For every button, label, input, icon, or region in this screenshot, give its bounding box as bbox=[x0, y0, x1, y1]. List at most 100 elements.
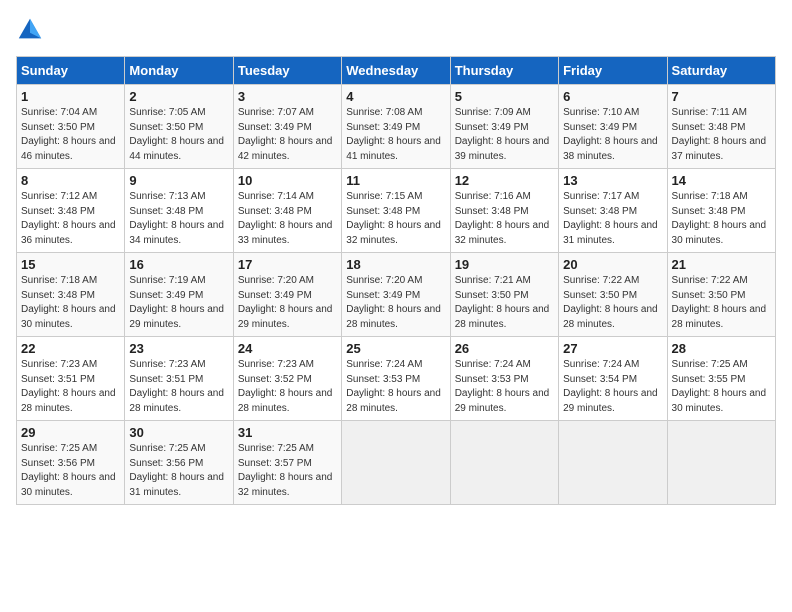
sunrise-label: Sunrise: bbox=[129, 359, 168, 370]
sunset-time: 3:54 PM bbox=[600, 374, 637, 385]
sunset-label: Sunset: bbox=[563, 206, 600, 217]
day-detail: Sunrise: 7:25 AM Sunset: 3:57 PM Dayligh… bbox=[238, 442, 337, 500]
sunrise-label: Sunrise: bbox=[672, 107, 711, 118]
sunset-time: 3:53 PM bbox=[383, 374, 420, 385]
sunrise-label: Sunrise: bbox=[21, 275, 60, 286]
day-number: 31 bbox=[238, 425, 337, 440]
calendar-cell: 13 Sunrise: 7:17 AM Sunset: 3:48 PM Dayl… bbox=[559, 169, 667, 253]
logo-icon bbox=[16, 16, 44, 44]
sunset-time: 3:48 PM bbox=[383, 206, 420, 217]
calendar-cell: 19 Sunrise: 7:21 AM Sunset: 3:50 PM Dayl… bbox=[450, 253, 558, 337]
sunset-time: 3:48 PM bbox=[58, 206, 95, 217]
sunrise-time: 7:14 AM bbox=[277, 191, 314, 202]
weekday-header-row: SundayMondayTuesdayWednesdayThursdayFrid… bbox=[17, 57, 776, 85]
day-detail: Sunrise: 7:17 AM Sunset: 3:48 PM Dayligh… bbox=[563, 190, 662, 248]
sunrise-time: 7:24 AM bbox=[494, 359, 531, 370]
sunrise-label: Sunrise: bbox=[21, 191, 60, 202]
sunset-time: 3:55 PM bbox=[708, 374, 745, 385]
sunrise-label: Sunrise: bbox=[129, 107, 168, 118]
sunset-label: Sunset: bbox=[238, 122, 275, 133]
sunrise-time: 7:16 AM bbox=[494, 191, 531, 202]
day-detail: Sunrise: 7:11 AM Sunset: 3:48 PM Dayligh… bbox=[672, 106, 771, 164]
sunset-label: Sunset: bbox=[346, 374, 383, 385]
calendar-cell: 10 Sunrise: 7:14 AM Sunset: 3:48 PM Dayl… bbox=[233, 169, 341, 253]
calendar-cell: 31 Sunrise: 7:25 AM Sunset: 3:57 PM Dayl… bbox=[233, 421, 341, 505]
sunrise-time: 7:08 AM bbox=[386, 107, 423, 118]
daylight-label: Daylight: bbox=[672, 388, 714, 399]
sunset-label: Sunset: bbox=[129, 290, 166, 301]
sunrise-label: Sunrise: bbox=[129, 443, 168, 454]
sunrise-time: 7:20 AM bbox=[386, 275, 423, 286]
calendar-cell: 22 Sunrise: 7:23 AM Sunset: 3:51 PM Dayl… bbox=[17, 337, 125, 421]
sunrise-time: 7:19 AM bbox=[169, 275, 206, 286]
daylight-label: Daylight: bbox=[563, 388, 605, 399]
sunrise-time: 7:24 AM bbox=[386, 359, 423, 370]
calendar-cell: 17 Sunrise: 7:20 AM Sunset: 3:49 PM Dayl… bbox=[233, 253, 341, 337]
day-number: 21 bbox=[672, 257, 771, 272]
daylight-label: Daylight: bbox=[21, 472, 63, 483]
daylight-label: Daylight: bbox=[672, 304, 714, 315]
calendar-cell: 25 Sunrise: 7:24 AM Sunset: 3:53 PM Dayl… bbox=[342, 337, 450, 421]
sunset-time: 3:50 PM bbox=[491, 290, 528, 301]
sunrise-time: 7:11 AM bbox=[711, 107, 747, 118]
sunset-label: Sunset: bbox=[346, 290, 383, 301]
calendar-cell: 18 Sunrise: 7:20 AM Sunset: 3:49 PM Dayl… bbox=[342, 253, 450, 337]
day-number: 16 bbox=[129, 257, 228, 272]
calendar-cell: 6 Sunrise: 7:10 AM Sunset: 3:49 PM Dayli… bbox=[559, 85, 667, 169]
sunset-label: Sunset: bbox=[672, 122, 709, 133]
sunset-time: 3:49 PM bbox=[166, 290, 203, 301]
sunset-label: Sunset: bbox=[346, 122, 383, 133]
day-number: 18 bbox=[346, 257, 445, 272]
calendar-cell: 1 Sunrise: 7:04 AM Sunset: 3:50 PM Dayli… bbox=[17, 85, 125, 169]
sunrise-time: 7:23 AM bbox=[277, 359, 314, 370]
sunrise-time: 7:12 AM bbox=[60, 191, 97, 202]
daylight-label: Daylight: bbox=[346, 136, 388, 147]
calendar-cell: 9 Sunrise: 7:13 AM Sunset: 3:48 PM Dayli… bbox=[125, 169, 233, 253]
daylight-label: Daylight: bbox=[21, 136, 63, 147]
sunrise-label: Sunrise: bbox=[238, 275, 277, 286]
sunrise-time: 7:10 AM bbox=[603, 107, 640, 118]
sunrise-label: Sunrise: bbox=[129, 275, 168, 286]
sunset-time: 3:50 PM bbox=[166, 122, 203, 133]
logo bbox=[16, 16, 48, 44]
sunrise-time: 7:21 AM bbox=[494, 275, 531, 286]
sunset-label: Sunset: bbox=[238, 290, 275, 301]
daylight-label: Daylight: bbox=[563, 136, 605, 147]
day-detail: Sunrise: 7:24 AM Sunset: 3:53 PM Dayligh… bbox=[455, 358, 554, 416]
sunset-time: 3:49 PM bbox=[383, 122, 420, 133]
calendar-cell: 26 Sunrise: 7:24 AM Sunset: 3:53 PM Dayl… bbox=[450, 337, 558, 421]
sunrise-time: 7:24 AM bbox=[603, 359, 640, 370]
sunrise-time: 7:18 AM bbox=[711, 191, 748, 202]
calendar-cell bbox=[667, 421, 775, 505]
weekday-header-tuesday: Tuesday bbox=[233, 57, 341, 85]
sunrise-label: Sunrise: bbox=[563, 191, 602, 202]
day-detail: Sunrise: 7:22 AM Sunset: 3:50 PM Dayligh… bbox=[672, 274, 771, 332]
day-number: 11 bbox=[346, 173, 445, 188]
sunset-label: Sunset: bbox=[238, 374, 275, 385]
day-number: 22 bbox=[21, 341, 120, 356]
sunrise-time: 7:05 AM bbox=[169, 107, 206, 118]
calendar-cell: 23 Sunrise: 7:23 AM Sunset: 3:51 PM Dayl… bbox=[125, 337, 233, 421]
sunset-label: Sunset: bbox=[563, 374, 600, 385]
sunrise-time: 7:22 AM bbox=[711, 275, 748, 286]
sunrise-label: Sunrise: bbox=[563, 275, 602, 286]
calendar-cell: 11 Sunrise: 7:15 AM Sunset: 3:48 PM Dayl… bbox=[342, 169, 450, 253]
calendar-cell: 7 Sunrise: 7:11 AM Sunset: 3:48 PM Dayli… bbox=[667, 85, 775, 169]
day-detail: Sunrise: 7:15 AM Sunset: 3:48 PM Dayligh… bbox=[346, 190, 445, 248]
day-detail: Sunrise: 7:16 AM Sunset: 3:48 PM Dayligh… bbox=[455, 190, 554, 248]
sunrise-time: 7:18 AM bbox=[60, 275, 97, 286]
calendar-week-2: 8 Sunrise: 7:12 AM Sunset: 3:48 PM Dayli… bbox=[17, 169, 776, 253]
daylight-label: Daylight: bbox=[238, 388, 280, 399]
sunset-time: 3:48 PM bbox=[491, 206, 528, 217]
sunrise-time: 7:25 AM bbox=[169, 443, 206, 454]
sunset-time: 3:53 PM bbox=[491, 374, 528, 385]
sunrise-label: Sunrise: bbox=[346, 191, 385, 202]
sunrise-label: Sunrise: bbox=[129, 191, 168, 202]
weekday-header-saturday: Saturday bbox=[667, 57, 775, 85]
sunset-time: 3:51 PM bbox=[58, 374, 95, 385]
day-number: 7 bbox=[672, 89, 771, 104]
daylight-label: Daylight: bbox=[129, 472, 171, 483]
daylight-label: Daylight: bbox=[238, 220, 280, 231]
sunrise-label: Sunrise: bbox=[346, 107, 385, 118]
calendar-cell: 29 Sunrise: 7:25 AM Sunset: 3:56 PM Dayl… bbox=[17, 421, 125, 505]
